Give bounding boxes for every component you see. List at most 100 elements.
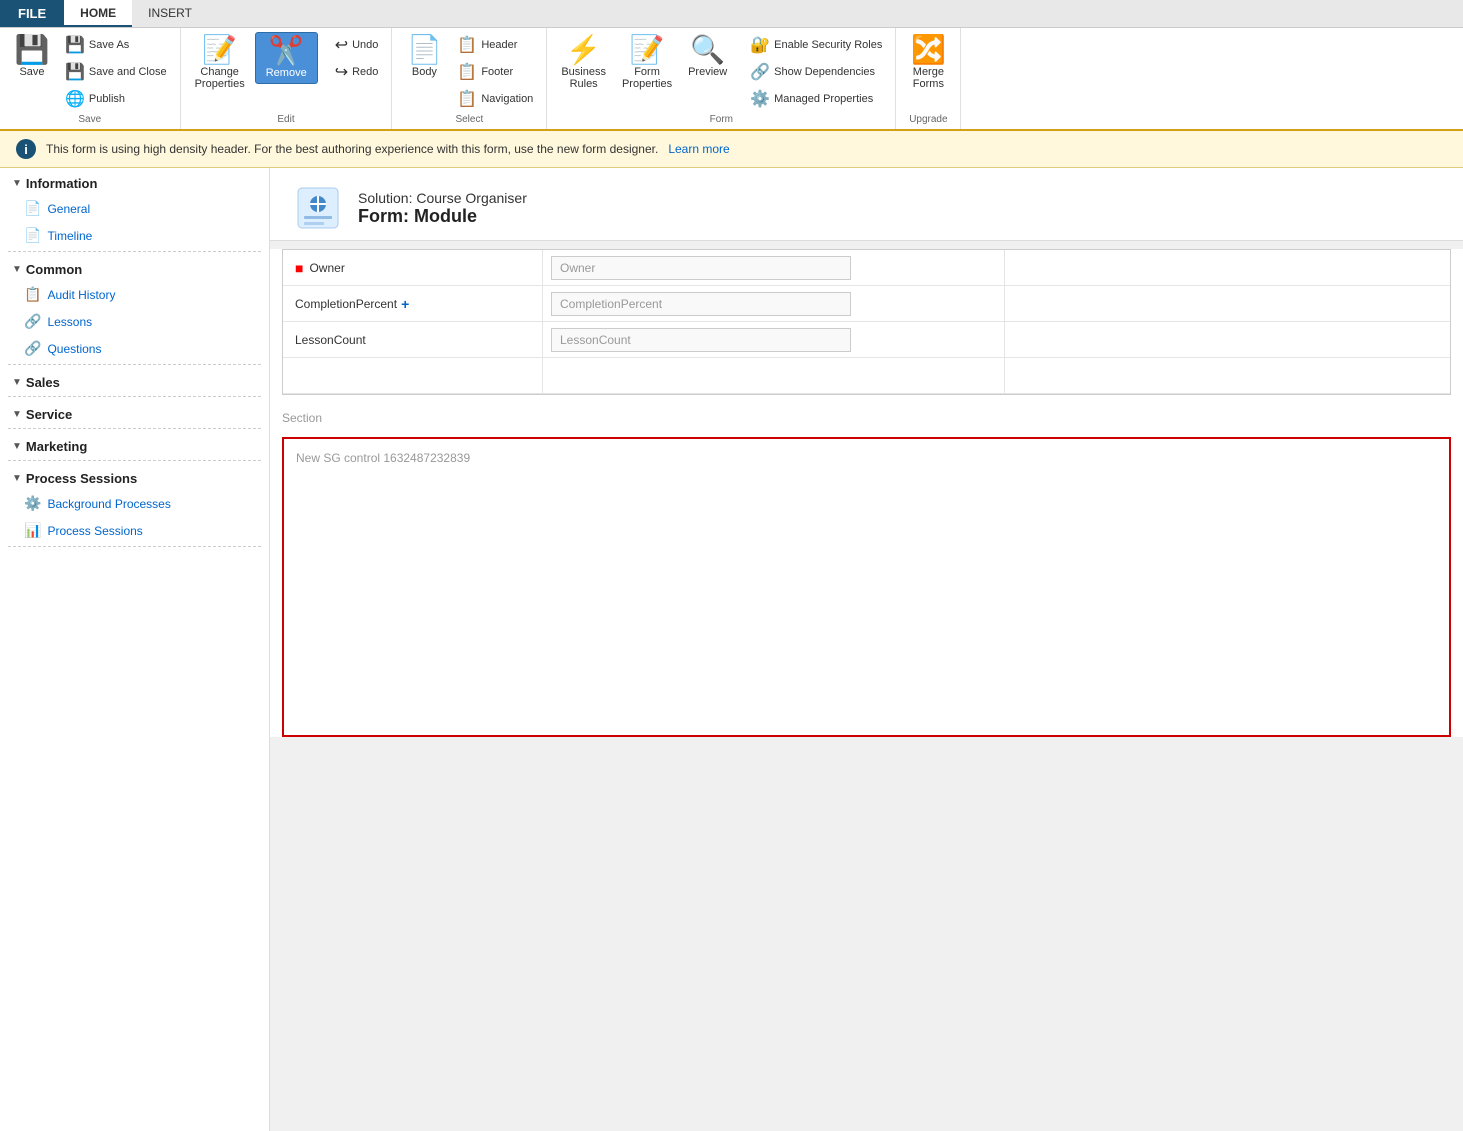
lesson-count-field[interactable] — [543, 322, 1004, 357]
sidebar-item-lessons[interactable]: 🔗 Lessons — [0, 308, 269, 335]
owner-input[interactable] — [551, 256, 851, 280]
save-group-label: Save — [8, 114, 172, 127]
form-properties-button[interactable]: 📝 FormProperties — [616, 32, 678, 94]
owner-label: ■ Owner — [283, 250, 543, 285]
sidebar-item-general[interactable]: 📄 General — [0, 195, 269, 222]
form-properties-label: FormProperties — [622, 66, 672, 90]
merge-forms-button[interactable]: 🔀 MergeForms — [904, 32, 952, 94]
tab-file[interactable]: FILE — [0, 0, 64, 27]
navigation-button[interactable]: 📋 Navigation — [452, 86, 538, 112]
form-body: ■ Owner CompletionPercent + — [270, 249, 1463, 737]
common-arrow: ▼ — [12, 264, 22, 275]
ribbon-edit-content: 📝 ChangeProperties ✂️ Remove ↩ Undo ↪ Re… — [189, 32, 384, 112]
divider-4 — [8, 428, 261, 429]
redo-label: Redo — [352, 66, 378, 78]
header-label: Header — [481, 39, 517, 51]
info-text: This form is using high density header. … — [46, 142, 658, 156]
main-layout: ▼ Information 📄 General 📄 Timeline ▼ Com… — [0, 168, 1463, 1131]
sales-arrow: ▼ — [12, 377, 22, 388]
sidebar-item-timeline[interactable]: 📄 Timeline — [0, 222, 269, 249]
sales-label: Sales — [26, 375, 60, 390]
publish-button[interactable]: 🌐 Publish — [60, 86, 172, 112]
divider-6 — [8, 546, 261, 547]
lesson-count-input[interactable] — [551, 328, 851, 352]
show-dependencies-button[interactable]: 🔗 Show Dependencies — [745, 59, 887, 85]
owner-field-right — [1004, 250, 1450, 285]
undo-button[interactable]: ↩ Undo — [330, 32, 384, 58]
header-button[interactable]: 📋 Header — [452, 32, 538, 58]
change-properties-button[interactable]: 📝 ChangeProperties — [189, 32, 251, 94]
sidebar-item-background-processes[interactable]: ⚙️ Background Processes — [0, 490, 269, 517]
ribbon-group-select: 📄 Body 📋 Header 📋 Footer 📋 Navigation Se… — [392, 28, 547, 129]
divider-1 — [8, 251, 261, 252]
process-sessions-arrow: ▼ — [12, 473, 22, 484]
enable-security-button[interactable]: 🔐 Enable Security Roles — [745, 32, 887, 58]
completion-percent-field[interactable] — [543, 286, 1004, 321]
completion-percent-row: CompletionPercent + — [283, 286, 1450, 322]
business-rules-button[interactable]: ⚡ BusinessRules — [555, 32, 612, 94]
change-props-label: ChangeProperties — [195, 66, 245, 90]
info-banner: i This form is using high density header… — [0, 131, 1463, 168]
owner-label-text: Owner — [309, 261, 344, 275]
ribbon-save-content: 💾 Save 💾 Save As 💾 Save and Close 🌐 Publ… — [8, 32, 172, 112]
managed-properties-icon: ⚙️ — [750, 89, 770, 109]
sidebar-section-process-sessions: ▼ Process Sessions — [0, 463, 269, 490]
ribbon: 💾 Save 💾 Save As 💾 Save and Close 🌐 Publ… — [0, 28, 1463, 131]
redo-icon: ↪ — [335, 62, 348, 82]
owner-field[interactable] — [543, 250, 1004, 285]
owner-required-dot: ■ — [295, 260, 303, 276]
tab-insert[interactable]: INSERT — [132, 0, 208, 27]
sg-control-area[interactable]: New SG control 1632487232839 — [282, 437, 1451, 737]
body-icon: 📄 — [407, 36, 442, 64]
audit-history-label: Audit History — [47, 288, 115, 302]
background-processes-label: Background Processes — [47, 497, 170, 511]
sidebar-item-audit-history[interactable]: 📋 Audit History — [0, 281, 269, 308]
ribbon-upgrade-content: 🔀 MergeForms — [904, 32, 952, 112]
preview-button[interactable]: 🔍 Preview — [682, 32, 733, 82]
footer-button[interactable]: 📋 Footer — [452, 59, 538, 85]
lesson-count-label-text: LessonCount — [295, 333, 366, 347]
managed-properties-label: Managed Properties — [774, 93, 873, 105]
remove-label: Remove — [266, 67, 307, 79]
process-sessions-label-item: Process Sessions — [47, 524, 142, 538]
upgrade-group-label: Upgrade — [904, 114, 952, 127]
timeline-icon: 📄 — [24, 227, 41, 244]
common-label: Common — [26, 262, 82, 277]
section-label: Section — [270, 403, 1463, 429]
form-solution: Solution: Course Organiser — [358, 190, 527, 206]
show-dependencies-label: Show Dependencies — [774, 66, 875, 78]
general-icon: 📄 — [24, 200, 41, 217]
redo-button[interactable]: ↪ Redo — [330, 59, 384, 85]
merge-forms-label: MergeForms — [913, 66, 944, 90]
sidebar-item-questions[interactable]: 🔗 Questions — [0, 335, 269, 362]
information-label: Information — [26, 176, 98, 191]
divider-2 — [8, 364, 261, 365]
ribbon-group-edit: 📝 ChangeProperties ✂️ Remove ↩ Undo ↪ Re… — [181, 28, 393, 129]
save-as-button[interactable]: 💾 Save As — [60, 32, 172, 58]
completion-percent-input[interactable] — [551, 292, 851, 316]
marketing-arrow: ▼ — [12, 441, 22, 452]
save-button[interactable]: 💾 Save — [8, 32, 56, 82]
remove-button[interactable]: ✂️ Remove — [255, 32, 318, 84]
save-close-button[interactable]: 💾 Save and Close — [60, 59, 172, 85]
process-sessions-icon: 📊 — [24, 522, 41, 539]
enable-security-icon: 🔐 — [750, 35, 770, 55]
empty-field — [543, 358, 1004, 393]
preview-label: Preview — [688, 66, 727, 78]
preview-icon: 🔍 — [690, 36, 725, 64]
body-button[interactable]: 📄 Body — [400, 32, 448, 82]
business-rules-label: BusinessRules — [561, 66, 606, 90]
managed-properties-button[interactable]: ⚙️ Managed Properties — [745, 86, 887, 112]
ribbon-group-form: ⚡ BusinessRules 📝 FormProperties 🔍 Previ… — [547, 28, 896, 129]
lesson-count-field-right — [1004, 322, 1450, 357]
empty-row — [283, 358, 1450, 394]
form-label-text: Form: — [358, 206, 409, 226]
questions-label: Questions — [47, 342, 101, 356]
learn-more-link[interactable]: Learn more — [668, 142, 729, 156]
lessons-icon: 🔗 — [24, 313, 41, 330]
owner-row: ■ Owner — [283, 250, 1450, 286]
save-close-icon: 💾 — [65, 62, 85, 82]
sidebar-item-process-sessions[interactable]: 📊 Process Sessions — [0, 517, 269, 544]
tab-home[interactable]: HOME — [64, 0, 132, 27]
save-close-label: Save and Close — [89, 66, 167, 78]
